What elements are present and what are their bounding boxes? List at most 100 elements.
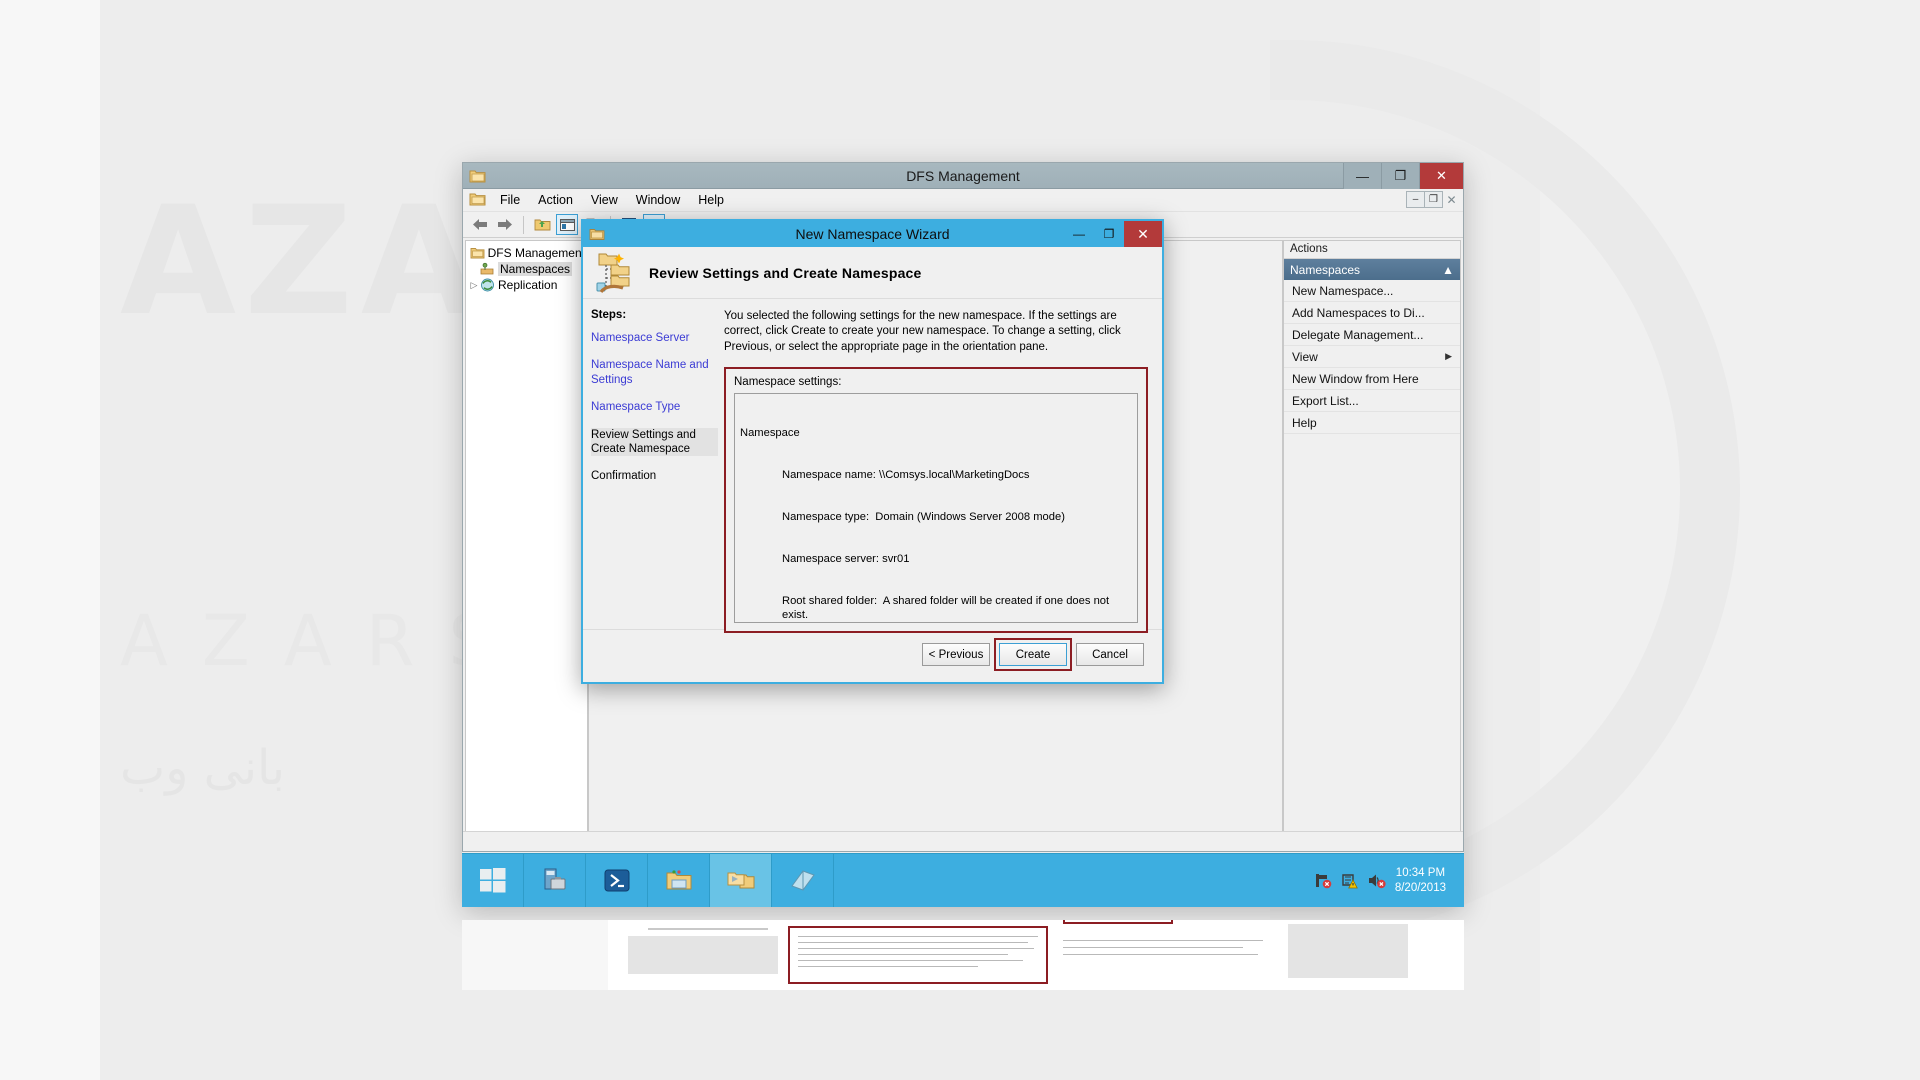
wizard-description: You selected the following settings for … [724,310,1121,353]
action-label: View [1292,349,1318,364]
powershell-icon[interactable] [586,854,648,907]
mdi-restore-button[interactable]: ❐ [1424,191,1443,208]
tree-item-namespaces[interactable]: Namespaces [466,261,587,277]
new-namespace-wizard-dialog: New Namespace Wizard — ❐ ✕ Review Settin… [581,219,1164,684]
settings-line-namespace-name: Namespace name: \\Comsys.local\Marketing… [782,468,1030,481]
action-help[interactable]: Help [1284,412,1460,434]
wizard-maximize-button[interactable]: ❐ [1094,221,1124,247]
clock-date: 8/20/2013 [1394,881,1446,894]
preview-strip-page [608,920,1464,990]
dfs-root-icon [470,246,485,260]
action-center-warning-icon[interactable] [1341,872,1359,889]
toolbar-separator-1 [523,215,524,234]
show-hide-console-tree-icon[interactable] [556,214,578,235]
settings-line-root-shared-folder: Root shared folder: A shared folder will… [782,594,1113,621]
system-tray: 10:34 PM 8/20/2013 [1314,854,1464,907]
watermark-persian-line: بانی وب [120,740,285,796]
namespace-settings-highlight-box: Namespace settings: Namespace Namespace … [724,366,1148,633]
step-review-settings-and-create-namespace: Review Settings and Create Namespace [591,427,718,457]
action-delegate-management[interactable]: Delegate Management... [1284,324,1460,346]
cancel-button[interactable]: Cancel [1076,643,1144,666]
settings-root-label: Namespace [740,426,800,439]
previous-button[interactable]: < Previous [922,643,990,666]
notepad-icon[interactable] [772,854,834,907]
taskbar: 10:34 PM 8/20/2013 [462,853,1464,907]
settings-line-namespace-server: Namespace server: svr01 [782,552,910,565]
step-namespace-name-and-settings[interactable]: Namespace Name and Settings [591,358,718,387]
wizard-close-button[interactable]: ✕ [1124,221,1162,247]
mdi-child-controls: – ❐ ✕ [1406,191,1461,208]
namespaces-icon [480,262,495,276]
tree-item-label: Namespaces [498,262,573,276]
menu-help[interactable]: Help [689,191,733,209]
back-icon[interactable] [469,214,491,235]
clock-time: 10:34 PM [1395,866,1446,879]
desktop-capture: DFS Management — ❐ ✕ File Action View Wi… [462,162,1464,907]
action-label: New Namespace... [1292,283,1394,298]
wizard-steps-pane: Steps: Namespace Server Namespace Name a… [583,299,718,629]
actions-pane-header: Actions [1284,241,1460,259]
action-label: Add Namespaces to Di... [1292,305,1425,320]
tree-item-label: DFS Management [487,246,585,260]
main-window-controls: — ❐ ✕ [1343,163,1463,189]
menu-file[interactable]: File [491,191,529,209]
menu-view[interactable]: View [582,191,627,209]
volume-muted-icon[interactable] [1368,872,1386,889]
up-folder-icon[interactable] [531,214,553,235]
wizard-content-pane: You selected the following settings for … [718,299,1162,633]
step-confirmation: Confirmation [591,470,657,483]
file-explorer-icon[interactable] [648,854,710,907]
action-new-window-from-here[interactable]: New Window from Here [1284,368,1460,390]
action-view[interactable]: View ▶ [1284,346,1460,368]
menu-action[interactable]: Action [529,191,582,209]
windows-start-icon[interactable] [462,854,524,907]
action-label: Help [1292,415,1317,430]
menu-app-icon [469,192,487,208]
network-error-icon[interactable] [1314,872,1332,889]
namespace-settings-textarea[interactable]: Namespace Namespace name: \\Comsys.local… [734,392,1138,623]
close-button[interactable]: ✕ [1419,163,1463,189]
tree-twisty[interactable]: ▷ [468,280,480,291]
tree-item-replication[interactable]: ▷ Replication [466,277,587,293]
status-bar [463,831,1463,851]
page-root: AZARSYS AZARSYS بانی وب نهایی تهران DFS … [0,0,1920,1080]
action-export-list[interactable]: Export List... [1284,390,1460,412]
actions-group-title: Namespaces [1290,262,1361,277]
steps-label: Steps: [591,309,627,321]
minimize-button[interactable]: — [1343,163,1381,189]
preview-strip [462,920,1464,990]
tree-item-dfs-management[interactable]: DFS Management [466,245,587,261]
replication-icon [480,278,495,292]
step-namespace-server[interactable]: Namespace Server [591,331,718,345]
submenu-arrow-icon: ▶ [1445,351,1452,361]
mdi-close-button[interactable]: ✕ [1442,191,1461,208]
action-label: Delegate Management... [1292,327,1424,342]
mdi-minimize-button[interactable]: – [1406,191,1425,208]
menu-bar: File Action View Window Help – ❐ ✕ [463,189,1463,212]
step-namespace-type[interactable]: Namespace Type [591,400,718,414]
action-label: New Window from Here [1292,371,1419,386]
main-window-title: DFS Management [906,167,1020,184]
create-button[interactable]: Create [994,638,1072,671]
menu-window[interactable]: Window [627,191,689,209]
wizard-footer: < Previous Create Cancel [583,629,1162,679]
action-add-namespaces-to-display[interactable]: Add Namespaces to Di... [1284,302,1460,324]
taskbar-clock[interactable]: 10:34 PM 8/20/2013 [1395,866,1456,896]
action-new-namespace[interactable]: New Namespace... [1284,280,1460,302]
console-tree: DFS Management Namespaces ▷ Replication [465,240,588,849]
chevron-up-icon[interactable]: ▲ [1442,263,1454,277]
namespace-tree-icon [595,252,635,294]
dfs-management-icon[interactable] [710,854,772,907]
main-window-titlebar: DFS Management — ❐ ✕ [463,163,1463,189]
actions-group-namespaces[interactable]: Namespaces ▲ [1284,259,1460,280]
wizard-window-controls: — ❐ ✕ [1064,221,1162,247]
server-manager-icon[interactable] [524,854,586,907]
wizard-page-title: Review Settings and Create Namespace [649,264,922,281]
maximize-button[interactable]: ❐ [1381,163,1419,189]
settings-line-namespace-type: Namespace type: Domain (Windows Server 2… [782,510,1065,523]
wizard-titlebar: New Namespace Wizard — ❐ ✕ [583,221,1162,247]
wizard-minimize-button[interactable]: — [1064,221,1094,247]
forward-icon[interactable] [494,214,516,235]
actions-pane: Actions Namespaces ▲ New Namespace... Ad… [1283,240,1461,849]
tree-item-label: Replication [498,278,558,292]
